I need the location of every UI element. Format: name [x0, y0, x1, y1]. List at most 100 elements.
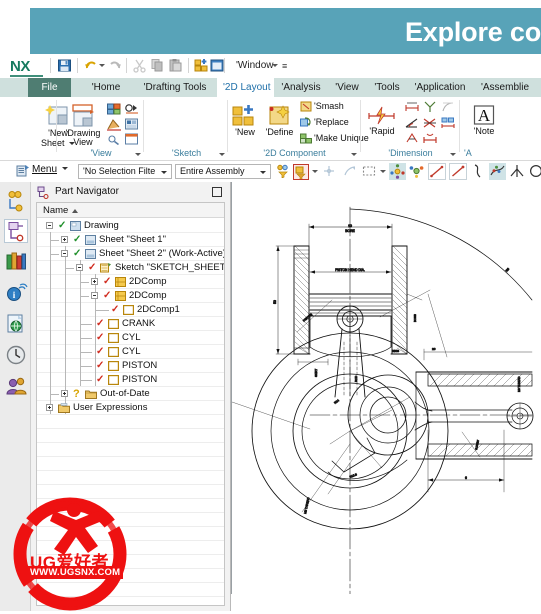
replace-label[interactable]: 'Replace: [314, 117, 349, 127]
cut-icon[interactable]: [132, 58, 147, 73]
line-icon[interactable]: [428, 163, 446, 180]
face-select-icon[interactable]: [343, 164, 357, 181]
tab-analysis[interactable]: 'Analysis: [274, 78, 328, 97]
rapid-dimension-button[interactable]: 'Rapid: [363, 105, 401, 136]
tab-tools[interactable]: 'Tools: [366, 78, 408, 97]
view-boundary-icon[interactable]: [107, 133, 121, 148]
tree-row-cyl-2[interactable]: ✓ CYL: [37, 345, 224, 359]
tree-row-crank[interactable]: ✓ CRANK: [37, 317, 224, 331]
check-green-icon[interactable]: ✓: [58, 221, 66, 231]
expander-minus-icon[interactable]: [76, 264, 83, 271]
check-green-icon[interactable]: ✓: [73, 249, 81, 259]
detail-view-icon[interactable]: [125, 118, 139, 134]
rotate-object-icon[interactable]: [409, 164, 424, 181]
select-mode-dropdown-caret[interactable]: [380, 170, 386, 173]
chamfer-dimension-icon[interactable]: [441, 101, 455, 116]
tree-row-drawing[interactable]: ✓ Drawing: [37, 219, 224, 233]
check-red-icon[interactable]: ✓: [96, 319, 104, 329]
radial-dimension-icon[interactable]: [423, 101, 437, 116]
tree-row-cyl-1[interactable]: ✓ CYL: [37, 331, 224, 345]
selection-scope-dropdown-caret[interactable]: [312, 170, 318, 173]
axis-icon[interactable]: [510, 164, 524, 181]
tree-row-sheet-1[interactable]: ✓ Sheet "Sheet 1": [37, 233, 224, 247]
tab-drafting-tools[interactable]: 'Drafting Tools: [133, 78, 217, 97]
linear-dimension-icon[interactable]: [405, 101, 419, 116]
replace-icon[interactable]: [300, 117, 312, 131]
expander-plus-icon[interactable]: [91, 278, 98, 285]
tab-2d-layout[interactable]: '2D Layout: [217, 78, 274, 97]
baseline-dimension-icon[interactable]: [423, 132, 437, 147]
chain-dimension-icon[interactable]: [405, 132, 419, 147]
ribbon-group-view-expand[interactable]: [135, 153, 141, 156]
base-view-icon[interactable]: [107, 102, 121, 118]
part-navigator-icon[interactable]: [4, 219, 28, 243]
check-red-icon[interactable]: ✓: [96, 361, 104, 371]
menu-button[interactable]: Menu: [32, 164, 68, 175]
check-red-icon[interactable]: ✓: [88, 263, 96, 273]
angular-dimension-icon[interactable]: [405, 117, 419, 132]
ribbon-group-sketch-expand[interactable]: [219, 153, 225, 156]
line-red-icon[interactable]: [449, 163, 467, 180]
tab-file[interactable]: File: [28, 78, 71, 97]
question-mark-icon[interactable]: ?: [73, 389, 80, 400]
make-unique-icon[interactable]: [300, 133, 312, 147]
tab-assemblies[interactable]: 'Assemblie: [472, 78, 538, 97]
circle-icon[interactable]: [529, 164, 541, 181]
save-icon[interactable]: [57, 58, 72, 73]
smash-icon[interactable]: [300, 101, 312, 115]
expander-minus-icon[interactable]: [61, 250, 68, 257]
customize-icon[interactable]: [194, 58, 209, 73]
check-red-icon[interactable]: ✓: [103, 291, 111, 301]
check-green-icon[interactable]: ✓: [73, 235, 81, 245]
web-browser-icon[interactable]: [4, 312, 28, 336]
tree-row-sheet-2[interactable]: ✓ Sheet "Sheet 2" (Work-Active): [37, 247, 224, 261]
selection-scope-caret[interactable]: [260, 171, 266, 174]
tree-row-2dcomp-2[interactable]: ✓ 2DComp: [37, 289, 224, 303]
check-red-icon[interactable]: ✓: [103, 277, 111, 287]
spline-icon[interactable]: [471, 164, 485, 181]
move-object-icon[interactable]: [389, 163, 406, 180]
tab-view[interactable]: 'View: [328, 78, 366, 97]
selection-filter-icon[interactable]: [276, 164, 290, 181]
snap-point-icon[interactable]: [322, 164, 336, 181]
drawing-view-button[interactable]: 'Drawing View: [60, 103, 106, 147]
tab-application[interactable]: 'Application: [408, 78, 472, 97]
new-2d-component-button[interactable]: 'New: [228, 104, 262, 137]
selection-scope-icon[interactable]: [293, 164, 309, 181]
copy-icon[interactable]: [150, 58, 165, 73]
check-red-icon[interactable]: ✓: [96, 375, 104, 385]
expander-minus-icon[interactable]: [46, 222, 53, 229]
qat-overflow-icon[interactable]: ≡: [282, 61, 287, 71]
ordinate-dimension-icon[interactable]: [423, 117, 437, 132]
check-red-icon[interactable]: ✓: [96, 333, 104, 343]
drawing-canvas[interactable]: 10 BORE PISTON HEAD DIA. 50 PISTON 6 20 …: [231, 182, 541, 611]
tree-row-2dcomp-1[interactable]: ✓ 2DComp: [37, 275, 224, 289]
tree-row-sketch[interactable]: ✓ Sketch "SKETCH_SHEET 2_000: [37, 261, 224, 275]
rectangle-select-icon[interactable]: [362, 164, 376, 181]
selection-filter-combo[interactable]: 'No Selection Filte: [78, 164, 172, 179]
part-navigator-tree[interactable]: Name ✓ Drawing ✓ Sheet "Sheet 1" ✓ Sheet…: [36, 202, 225, 606]
expander-plus-icon[interactable]: [61, 390, 68, 397]
redo-icon[interactable]: [108, 58, 123, 73]
hd3d-tools-icon[interactable]: i: [4, 281, 28, 305]
check-red-icon[interactable]: ✓: [96, 347, 104, 357]
tree-row-piston-1[interactable]: ✓ PISTON: [37, 359, 224, 373]
expander-minus-icon[interactable]: [91, 292, 98, 299]
assembly-navigator-icon[interactable]: [4, 189, 28, 213]
check-red-icon[interactable]: ✓: [111, 305, 119, 315]
window-icon[interactable]: [210, 58, 235, 73]
window-dropdown-caret[interactable]: [272, 64, 278, 67]
tree-column-header[interactable]: Name: [37, 203, 224, 218]
tab-home[interactable]: 'Home: [79, 78, 133, 97]
section-view-icon[interactable]: [107, 118, 121, 134]
selection-filter-caret[interactable]: [161, 171, 167, 174]
tree-row-piston-2[interactable]: ✓ PISTON: [37, 373, 224, 387]
menu-icon[interactable]: [16, 164, 30, 181]
window-menu-label[interactable]: 'Window: [236, 60, 273, 71]
expander-plus-icon[interactable]: [61, 236, 68, 243]
smash-label[interactable]: 'Smash: [314, 101, 344, 111]
part-navigator-dock-button[interactable]: [212, 187, 222, 197]
projected-view-icon[interactable]: [125, 102, 139, 118]
sort-ascending-icon[interactable]: [72, 209, 78, 213]
note-button[interactable]: A 'Note: [466, 105, 502, 136]
